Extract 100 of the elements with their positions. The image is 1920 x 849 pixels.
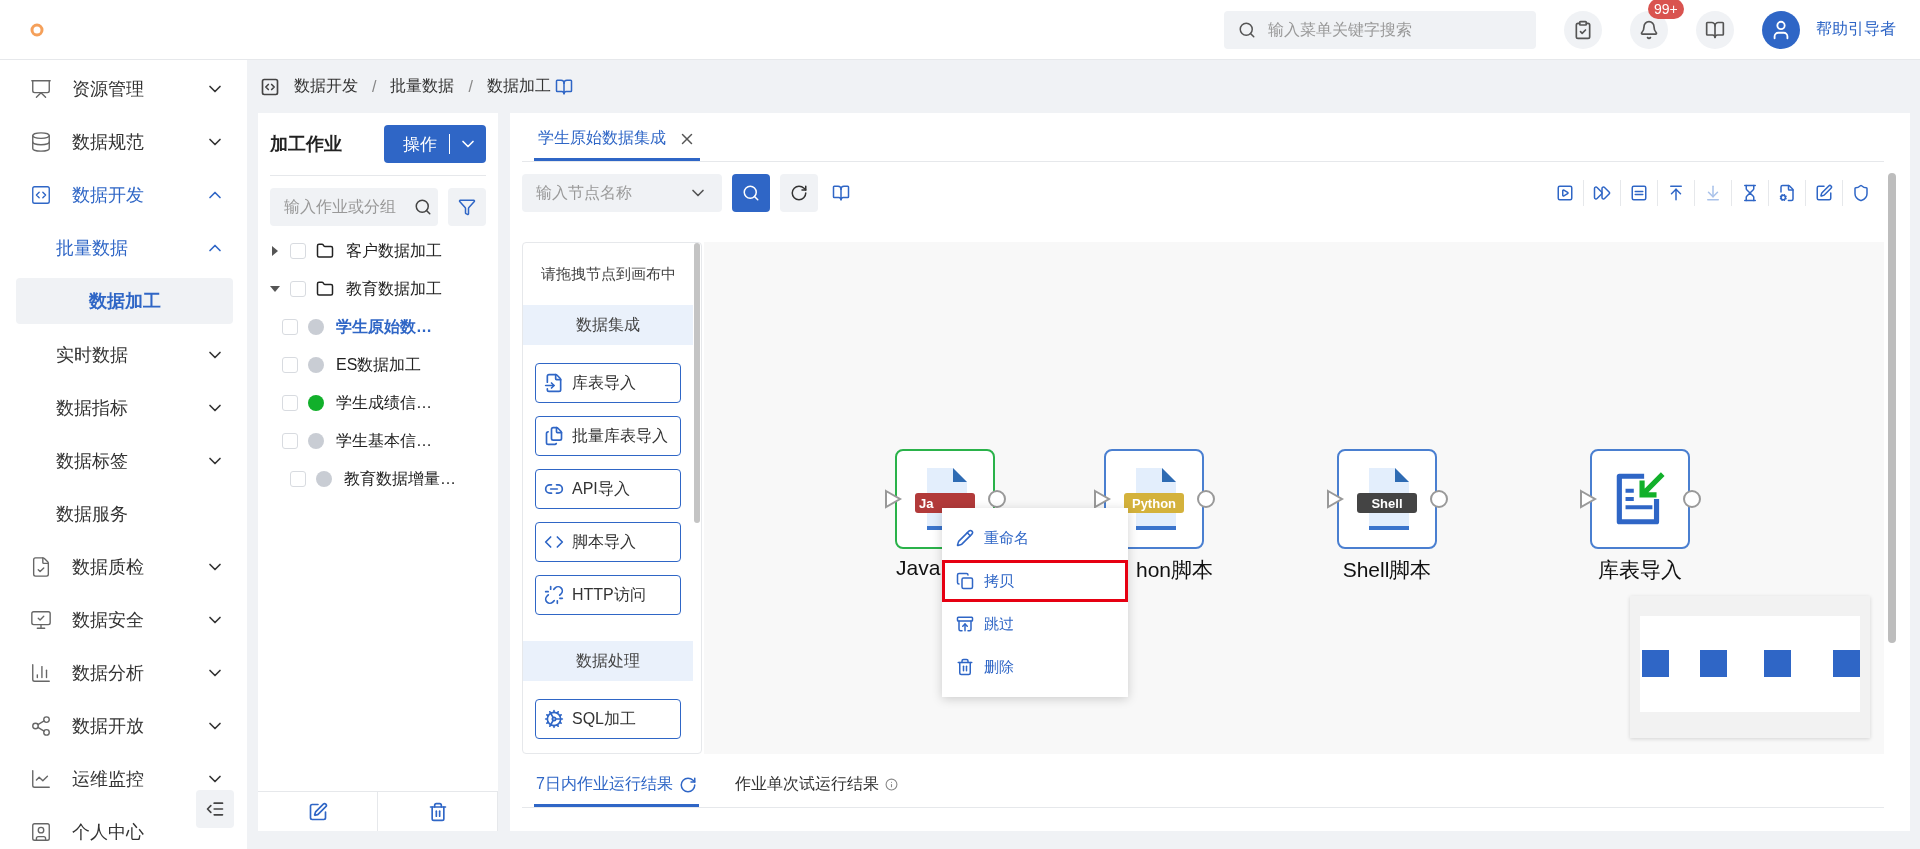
upload-icon: [1667, 184, 1685, 202]
checkbox[interactable]: [290, 243, 306, 259]
user-name[interactable]: 帮助引导者: [1816, 19, 1896, 40]
code-icon: [30, 183, 52, 206]
node-select[interactable]: 输入节点名称: [522, 174, 722, 212]
checkbox[interactable]: [282, 319, 298, 335]
sidebar-label: 实时数据: [56, 343, 129, 367]
tree-item-label[interactable]: ES数据加工: [336, 354, 422, 376]
palette-node[interactable]: SQL加工: [535, 699, 681, 739]
sidebar-item[interactable]: 数据开放: [0, 699, 247, 752]
action-button[interactable]: 操作: [384, 125, 486, 163]
notification-badge: 99+: [1648, 0, 1684, 19]
canvas-node[interactable]: Shell: [1337, 449, 1437, 549]
checkbox[interactable]: [282, 395, 298, 411]
menu-item[interactable]: 删除: [942, 646, 1128, 688]
fast-forward-icon: [1593, 184, 1611, 202]
node-label: Java: [896, 556, 941, 580]
pencil-icon: [956, 529, 974, 547]
breadcrumb-item[interactable]: 数据开发: [294, 76, 358, 97]
file-check-icon: [30, 555, 52, 578]
search-field[interactable]: 输入菜单关键字搜索: [1224, 10, 1536, 49]
sidebar-item[interactable]: 数据质检: [0, 540, 247, 593]
scrollbar[interactable]: [694, 243, 700, 523]
sidebar-label: 运维监控: [72, 767, 145, 791]
collapse-button[interactable]: [196, 790, 234, 828]
menu-item[interactable]: 拷贝: [942, 560, 1128, 602]
search-field[interactable]: 输入作业或分组: [270, 188, 438, 226]
sidebar-item[interactable]: 数据标签: [0, 434, 247, 487]
search-input[interactable]: 输入菜单关键字搜索: [1268, 20, 1522, 39]
download-icon: [1704, 184, 1722, 202]
checkbox[interactable]: [290, 471, 306, 487]
caret-icon[interactable]: [270, 284, 280, 294]
refresh-icon: [678, 775, 697, 794]
tree-item-label[interactable]: 客户数据加工: [346, 240, 442, 262]
chart-icon: [30, 661, 52, 684]
link-icon: [544, 585, 564, 605]
search-button[interactable]: [732, 174, 770, 212]
output-port-icon[interactable]: [1196, 489, 1216, 509]
checkbox[interactable]: [282, 433, 298, 449]
input-port-icon[interactable]: [883, 489, 903, 509]
search-input[interactable]: 输入作业或分组: [284, 198, 414, 216]
tree-item-label[interactable]: 学生原始数…: [336, 316, 432, 338]
help-button[interactable]: [1696, 10, 1734, 49]
palette-node[interactable]: HTTP访问: [535, 575, 681, 615]
checkbox[interactable]: [282, 357, 298, 373]
sidebar-label: 数据指标: [56, 396, 129, 420]
minimap[interactable]: [1630, 596, 1870, 738]
tree-item-label[interactable]: 教育数据增量…: [344, 468, 456, 490]
caret-icon[interactable]: [270, 246, 280, 256]
bell-icon: [1639, 19, 1659, 40]
gear-icon: [544, 709, 564, 729]
edit-icon: [307, 801, 328, 822]
output-port-icon[interactable]: [1429, 489, 1449, 509]
menu-item[interactable]: 跳过: [942, 603, 1128, 645]
palette-node[interactable]: 脚本导入: [535, 522, 681, 562]
breadcrumb-item[interactable]: 批量数据: [390, 76, 455, 97]
sidebar-item[interactable]: 数据分析: [0, 646, 247, 699]
sidebar-item[interactable]: 数据安全: [0, 593, 247, 646]
scrollbar[interactable]: [1888, 173, 1896, 643]
presentation-icon: [30, 77, 52, 100]
refresh-button[interactable]: [780, 174, 818, 212]
checkbox[interactable]: [290, 281, 306, 297]
sidebar-item[interactable]: 数据服务: [0, 487, 247, 540]
palette-node[interactable]: API导入: [535, 469, 681, 509]
sidebar-item[interactable]: 资源管理: [0, 62, 247, 115]
result-tab[interactable]: 作业单次试运行结果: [732, 765, 900, 807]
sidebar-item[interactable]: 运维监控: [0, 752, 247, 805]
info-icon: [884, 778, 898, 791]
palette-node[interactable]: 库表导入: [535, 363, 681, 403]
input-port-icon[interactable]: [1325, 489, 1345, 509]
sidebar-label: 数据服务: [56, 502, 129, 526]
sidebar-item[interactable]: 批量数据: [0, 221, 247, 274]
select-input[interactable]: 输入节点名称: [536, 184, 688, 202]
editor-tab[interactable]: 学生原始数据集成: [534, 119, 700, 161]
import-icon: [544, 373, 564, 393]
palette-node[interactable]: 批量库表导入: [535, 416, 681, 456]
sidebar-item[interactable]: 个人中心: [0, 805, 247, 849]
copy-icon: [956, 572, 974, 590]
group-header: 数据集成: [523, 305, 693, 345]
sidebar-item[interactable]: 数据开发: [0, 168, 247, 221]
sidebar-item[interactable]: 数据规范: [0, 115, 247, 168]
sidebar-item[interactable]: 数据加工: [16, 278, 233, 324]
result-tab[interactable]: 7日内作业运行结果: [534, 765, 699, 807]
filter-button[interactable]: [448, 188, 486, 226]
sidebar-item[interactable]: 实时数据: [0, 328, 247, 381]
output-port-icon[interactable]: [987, 489, 1007, 509]
input-port-icon[interactable]: [1578, 489, 1598, 509]
tree-item-label[interactable]: 学生基本信…: [336, 430, 432, 452]
breadcrumb-separator: /: [468, 77, 473, 96]
sidebar-label: 数据标签: [56, 449, 129, 473]
avatar[interactable]: [1762, 10, 1800, 49]
task-button[interactable]: [1564, 10, 1602, 49]
tree-item-label[interactable]: 教育数据加工: [346, 278, 442, 300]
refresh-icon: [790, 184, 808, 202]
shield-icon: [1852, 184, 1870, 202]
sidebar-item[interactable]: 数据指标: [0, 381, 247, 434]
tree-item-label[interactable]: 学生成绩信…: [336, 392, 432, 414]
book-icon[interactable]: [554, 77, 573, 96]
output-port-icon[interactable]: [1682, 489, 1702, 509]
canvas-node[interactable]: [1590, 449, 1690, 549]
